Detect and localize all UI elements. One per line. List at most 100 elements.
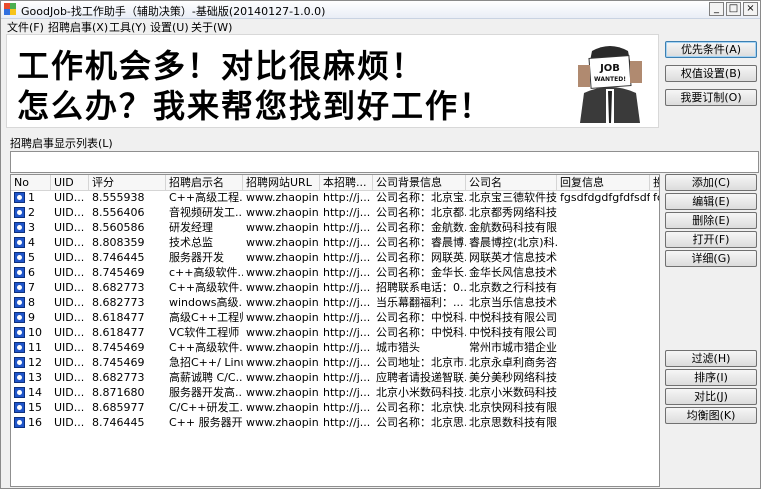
col-site-url[interactable]: 招聘网站URL [243,175,320,190]
cell-posting-url: http://j... [323,251,371,264]
edit-button[interactable]: 编辑(E) [665,193,757,210]
filter-button[interactable]: 过滤(H) [665,350,757,367]
sort-button[interactable]: 排序(I) [665,369,757,386]
delete-button[interactable]: 删除(E) [665,212,757,229]
cell-job-title: 技术总监 [169,236,213,249]
balance-chart-button[interactable]: 均衡图(K) [665,407,757,424]
col-no[interactable]: No [11,175,51,190]
table-row[interactable]: 10 UID... 8.618477 VC软件工程师 www.zhaopin...htt… [11,325,659,340]
cell-reply-info [557,325,650,340]
record-icon [14,372,25,383]
record-icon [14,417,25,428]
col-company-background[interactable]: 公司背景信息 [373,175,466,190]
maximize-button[interactable]: □ [726,2,741,16]
cell-company-background: 公司名称：中悦科... [376,326,466,339]
record-icon [14,207,25,218]
col-company-name[interactable]: 公司名 [466,175,557,190]
filter-input[interactable] [10,151,759,173]
add-button[interactable]: 添加(C) [665,174,757,191]
record-icon [14,387,25,398]
cell-site-url: www.zhaopin... [246,311,320,324]
cell-company-background: 公司名称：金航数... [376,221,466,234]
cell-submit [650,280,659,295]
cell-site-url: www.zhaopin... [246,401,320,414]
table-row[interactable]: 12 UID... 8.745469 急招C++/ Linuxwww.zhaopin.… [11,355,659,370]
minimize-button[interactable]: _ [709,2,724,16]
cell-uid: UID... [54,206,85,219]
table-row[interactable]: 3 UID... 8.560586 研发经理 www.zhaopin...http://… [11,220,659,235]
cell-site-url: www.zhaopin... [246,191,320,204]
table-row[interactable]: 6 UID... 8.745469 c++高级软件...www.zhaopin...h… [11,265,659,280]
record-icon [14,342,25,353]
table-row[interactable]: 15 UID... 8.685977 C/C++研发工...www.zhaopin..… [11,400,659,415]
cell-company-background: 当乐幕翻福利：... [376,296,464,309]
cell-no: 3 [28,221,35,234]
menu-tools[interactable]: 工具(Y) [109,19,146,35]
cell-score: 8.682773 [92,296,145,309]
record-icon [14,297,25,308]
col-submit[interactable]: 投 [650,175,659,190]
menu-file[interactable]: 文件(F) [7,19,44,35]
cell-company-background: 招聘联系电话：0... [376,281,466,294]
close-button[interactable]: × [743,2,758,16]
col-reply-info[interactable]: 回复信息 [557,175,650,190]
table-row[interactable]: 8 UID... 8.682773 windows高级...www.zhaopin..… [11,295,659,310]
cell-uid: UID... [54,326,85,339]
cell-no: 2 [28,206,35,219]
cell-posting-url: http://j... [323,401,371,414]
col-uid[interactable]: UID [51,175,89,190]
cell-posting-url: http://j... [323,206,371,219]
cell-job-title: 服务器开发 [169,251,224,264]
cell-site-url: www.zhaopin... [246,371,320,384]
table-row[interactable]: 5 UID... 8.746445 服务器开发 www.zhaopin...http:/… [11,250,659,265]
table-row[interactable]: 1 UID... 8.555938 C++高级工程...www.zhaopin...h… [11,190,659,205]
table-row[interactable]: 16 UID... 8.746445 C++ 服务器开...www.zhaopin..… [11,415,659,430]
table-row[interactable]: 13 UID... 8.682773 高薪诚聘 C/C...www.zhaopin..… [11,370,659,385]
weight-settings-button[interactable]: 权值设置(B) [665,65,757,82]
table-row[interactable]: 4 UID... 8.808359 技术总监 www.zhaopin...http://… [11,235,659,250]
table-row[interactable]: 7 UID... 8.682773 C++高级软件...www.zhaopin...h… [11,280,659,295]
record-icon [14,282,25,293]
open-button[interactable]: 打开(F) [665,231,757,248]
menu-job-posting[interactable]: 招聘启事(X) [48,19,108,35]
cell-score: 8.556406 [92,206,145,219]
menu-settings[interactable]: 设置(U) [150,19,189,35]
cell-submit [650,355,659,370]
table-row[interactable]: 14 UID... 8.871680 服务器开发高...www.zhaopin...h… [11,385,659,400]
job-table[interactable]: No UID 评分 招聘启示名 招聘网站URL 本招聘... 公司背景信息 公司… [10,174,660,487]
col-score[interactable]: 评分 [89,175,166,190]
cell-site-url: www.zhaopin... [246,251,320,264]
cell-job-title: C/C++研发工... [169,401,243,414]
cell-posting-url: http://j... [323,296,371,309]
cell-job-title: windows高级... [169,296,243,309]
cell-score: 8.685977 [92,401,145,414]
cell-no: 13 [28,371,42,384]
cell-score: 8.618477 [92,311,145,324]
cell-posting-url: http://j... [323,326,371,339]
title-bar[interactable]: GoodJob-找工作助手（辅助决策）-基础版(20140127-1.0.0) … [1,1,760,19]
col-job-title[interactable]: 招聘启示名 [166,175,243,190]
priority-conditions-button[interactable]: 优先条件(A) [665,41,757,58]
compare-button[interactable]: 对比(J) [665,388,757,405]
cell-site-url: www.zhaopin... [246,356,320,369]
cell-submit [650,295,659,310]
table-row[interactable]: 9 UID... 8.618477 高级C++工程师www.zhaopin...htt… [11,310,659,325]
col-posting-url[interactable]: 本招聘... [320,175,373,190]
record-icon [14,222,25,233]
menu-about[interactable]: 关于(W) [191,19,232,35]
cell-uid: UID... [54,386,85,399]
cell-submit [650,250,659,265]
cell-reply-info [557,340,650,355]
cell-uid: UID... [54,371,85,384]
banner-line-2: 怎么办？我来帮您找到好工作！ [17,87,494,125]
customize-button[interactable]: 我要订制(O) [665,89,757,106]
table-row[interactable]: 2 UID... 8.556406 音视频研发工...www.zhaopin...ht… [11,205,659,220]
cell-submit [650,205,659,220]
cell-uid: UID... [54,236,85,249]
cell-company-name: 常州市城市猎企业... [469,341,557,354]
table-row[interactable]: 11 UID... 8.745469 C++高级软件...www.zhaopin...… [11,340,659,355]
record-icon [14,402,25,413]
details-button[interactable]: 详细(G) [665,250,757,267]
cell-reply-info [557,355,650,370]
cell-job-title: 音视频研发工... [169,206,243,219]
